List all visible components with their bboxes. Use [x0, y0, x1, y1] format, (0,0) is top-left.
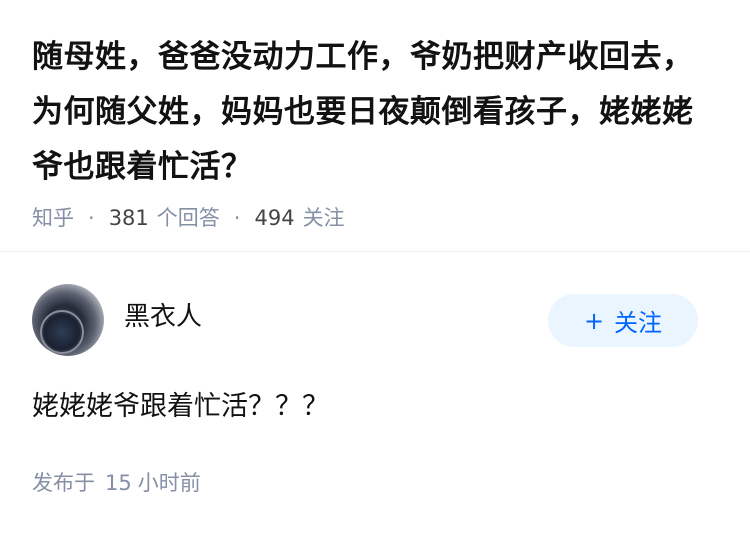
answer-count: 381	[108, 206, 149, 230]
plus-icon: +	[583, 306, 605, 335]
answer-card: 黑衣人 + 关注 姥姥姥爷跟着忙活？？？	[32, 284, 718, 427]
follower-count: 494	[254, 206, 295, 230]
question-meta: 知乎 · 381 个回答 · 494 关注	[32, 203, 718, 233]
author-row: 黑衣人 + 关注	[32, 284, 718, 359]
meta-separator: ·	[88, 206, 95, 230]
meta-separator: ·	[233, 206, 241, 230]
time-unit: 小时前	[137, 471, 201, 495]
answer-content[interactable]: 姥姥姥爷跟着忙活？？？	[32, 387, 718, 427]
time-prefix: 发布于	[32, 471, 95, 495]
author-name[interactable]: 黑衣人	[124, 300, 202, 334]
follow-button-label: 关注	[614, 309, 663, 337]
question-title[interactable]: 随母姓，爸爸没动力工作，爷奶把财产收回去，为何随父姓，妈妈也要日夜颠倒看孩子，姥…	[32, 30, 718, 195]
avatar[interactable]	[32, 284, 104, 356]
answer-count-label[interactable]: 个回答	[157, 203, 220, 233]
answer-timestamp: 发布于 15 小时前	[32, 468, 201, 498]
follower-count-label[interactable]: 关注	[303, 203, 345, 233]
follow-button[interactable]: + 关注	[548, 294, 698, 347]
avatar-image	[40, 310, 84, 354]
time-value: 15	[105, 471, 132, 495]
source-label[interactable]: 知乎	[32, 203, 74, 233]
divider	[0, 251, 750, 252]
question-card: 随母姓，爸爸没动力工作，爷奶把财产收回去，为何随父姓，妈妈也要日夜颠倒看孩子，姥…	[0, 0, 750, 233]
